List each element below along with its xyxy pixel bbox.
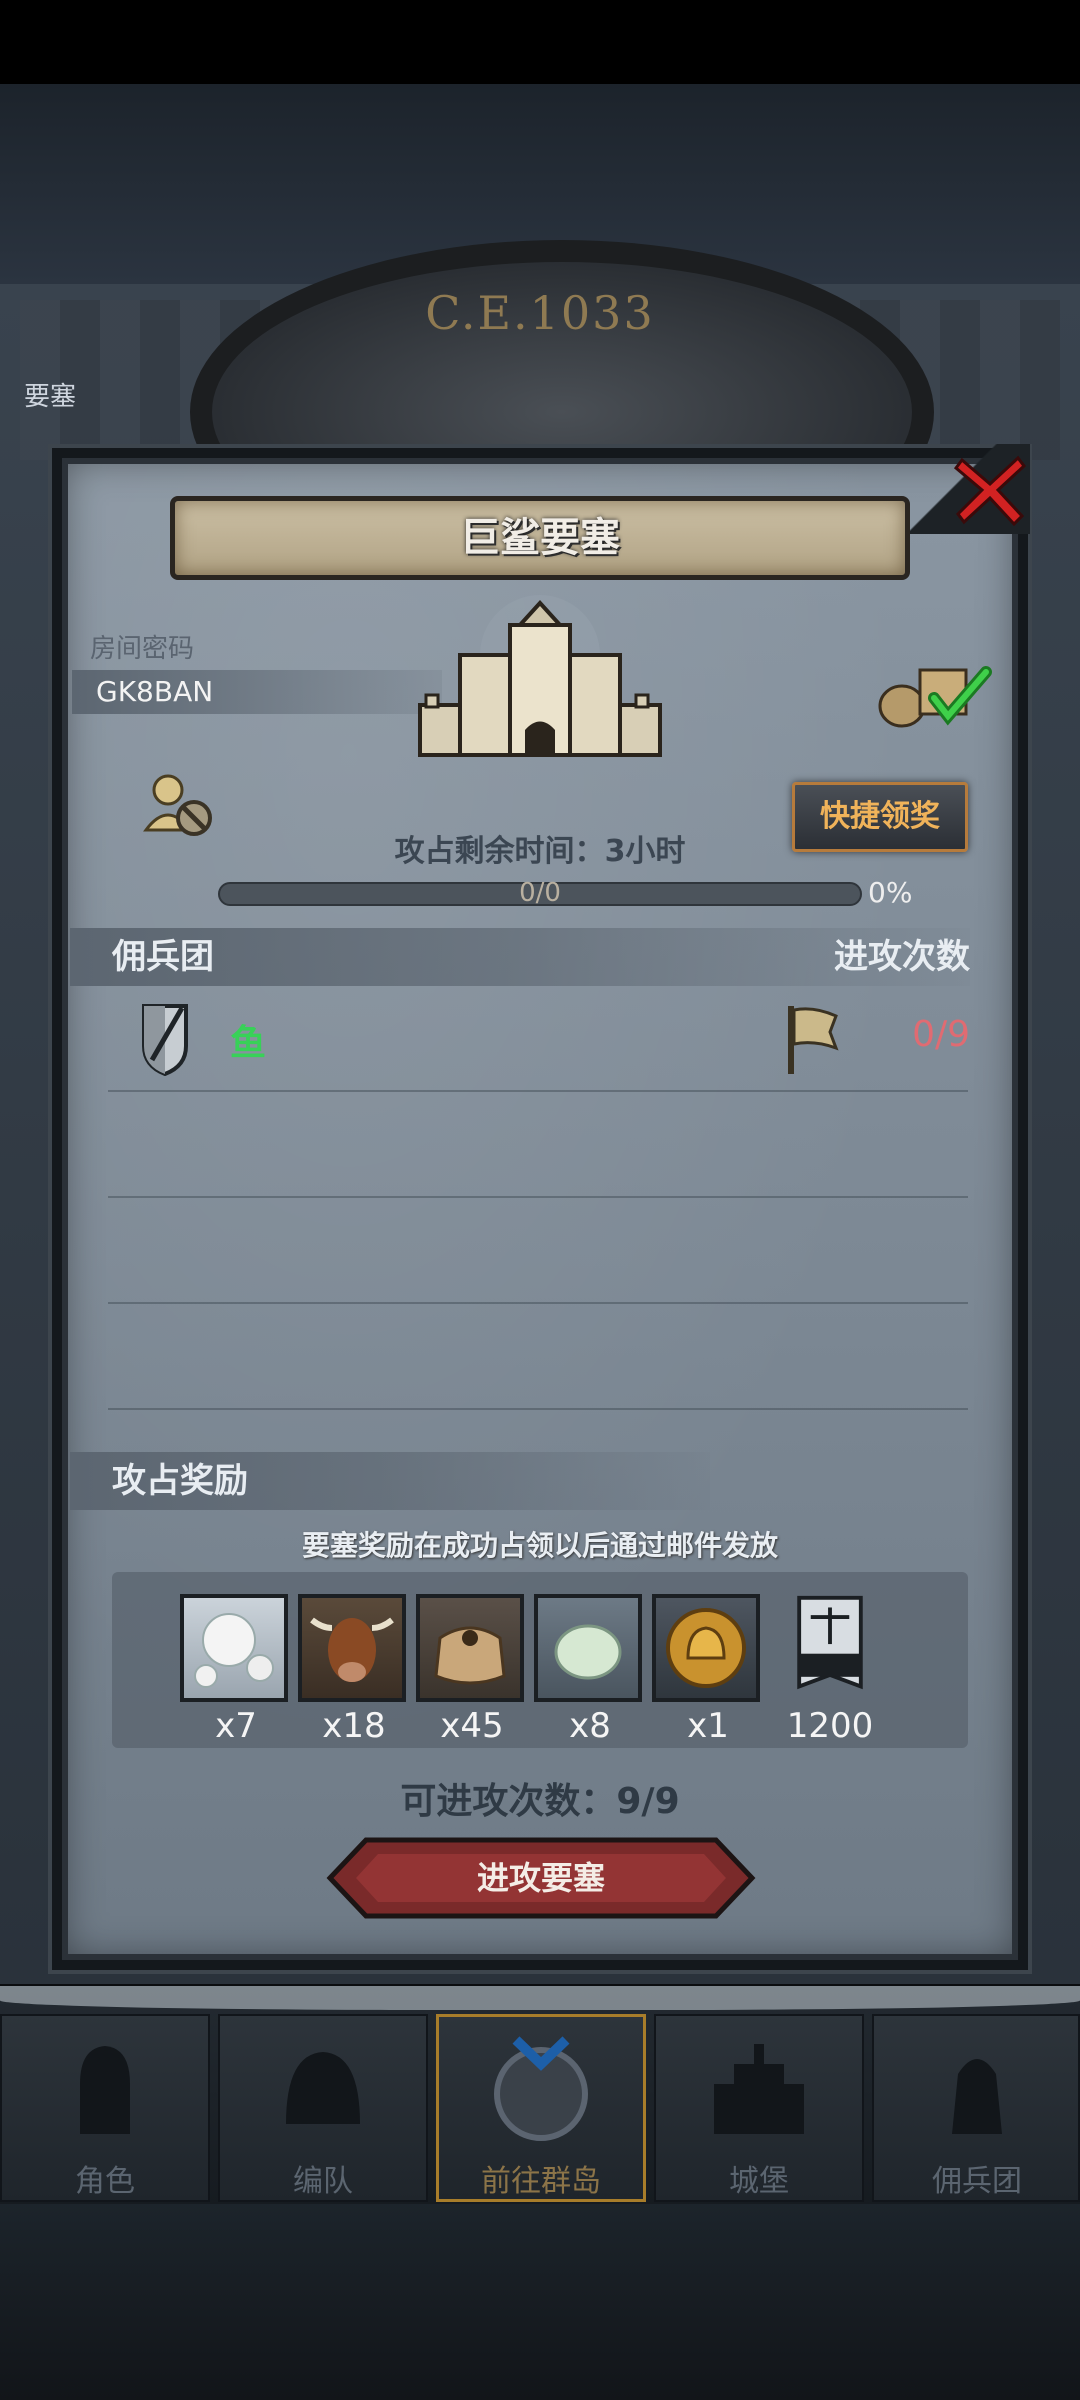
attempts-remaining: 可进攻次数：9/9 <box>400 1781 680 1822</box>
castle-icon <box>418 595 662 757</box>
era-text: C.E.1033 <box>425 286 655 340</box>
remaining-time-label: 攻占剩余时间： <box>394 834 605 869</box>
reward-qty: x18 <box>322 1706 386 1746</box>
nav-label: 角色 <box>75 2164 135 2199</box>
room-code-value[interactable]: GK8BAN <box>96 670 213 714</box>
remaining-time: 攻占剩余时间：3小时 <box>0 826 1080 870</box>
nav-label: 前往群岛 <box>481 2164 601 2199</box>
castle-nav-icon <box>714 2044 804 2134</box>
occupation-progress-percent: 0% <box>868 876 913 909</box>
top-black-bar <box>0 0 1080 84</box>
soldier-icon <box>952 2059 1002 2134</box>
reward-qty: x45 <box>440 1706 504 1746</box>
nav-label: 编队 <box>293 2164 353 2199</box>
gold-helmet-coin-icon[interactable] <box>652 1594 760 1702</box>
knight-icon <box>80 2046 130 2134</box>
occupation-progress-text: 0/0 <box>519 878 561 908</box>
remaining-time-value: 3小时 <box>604 834 686 869</box>
mercenary-attack-count: 0/9 <box>912 1014 970 1055</box>
pearl-icon[interactable] <box>180 1594 288 1702</box>
mercenary-name[interactable]: 鱼 <box>230 1014 266 1066</box>
globe-icon <box>494 2036 588 2141</box>
reward-section-label: 攻占奖励 <box>112 1461 248 1501</box>
row-divider <box>108 1196 968 1198</box>
helmet-icon <box>286 2052 360 2124</box>
room-code-label: 房间密码 <box>90 634 195 664</box>
attack-count-label: 进攻次数 <box>834 937 970 977</box>
row-divider <box>108 1090 968 1092</box>
reward-note: 要塞奖励在成功占领以后通过邮件发放 <box>301 1529 778 1562</box>
attack-fortress-label[interactable]: 进攻要塞 <box>326 1836 756 1920</box>
background-location-text: 要塞 <box>24 382 77 412</box>
justice-banner-icon[interactable] <box>790 1594 870 1702</box>
mercenary-section-label: 佣兵团 <box>112 937 214 977</box>
grain-sack-icon[interactable] <box>416 1594 524 1702</box>
ox-icon[interactable] <box>298 1594 406 1702</box>
reward-qty: x8 <box>569 1706 611 1746</box>
reward-qty: 1200 <box>786 1706 874 1746</box>
nav-snow-edge <box>0 1986 1080 2010</box>
reward-qty: x1 <box>687 1706 729 1746</box>
nav-label: 佣兵团 <box>932 2164 1022 2199</box>
shield-sword-icon <box>142 1004 188 1076</box>
claimed-loot-icon <box>878 666 992 728</box>
reward-qty: x7 <box>215 1706 257 1746</box>
dialog-title: 巨鲨要塞 <box>460 515 620 561</box>
nav-label: 城堡 <box>729 2164 789 2199</box>
close-icon[interactable] <box>950 450 1030 530</box>
jade-stone-icon[interactable] <box>534 1594 642 1702</box>
flag-icon <box>788 1006 839 1074</box>
row-divider <box>108 1302 968 1304</box>
row-divider <box>108 1408 968 1410</box>
bottom-scenery <box>0 2204 1080 2400</box>
